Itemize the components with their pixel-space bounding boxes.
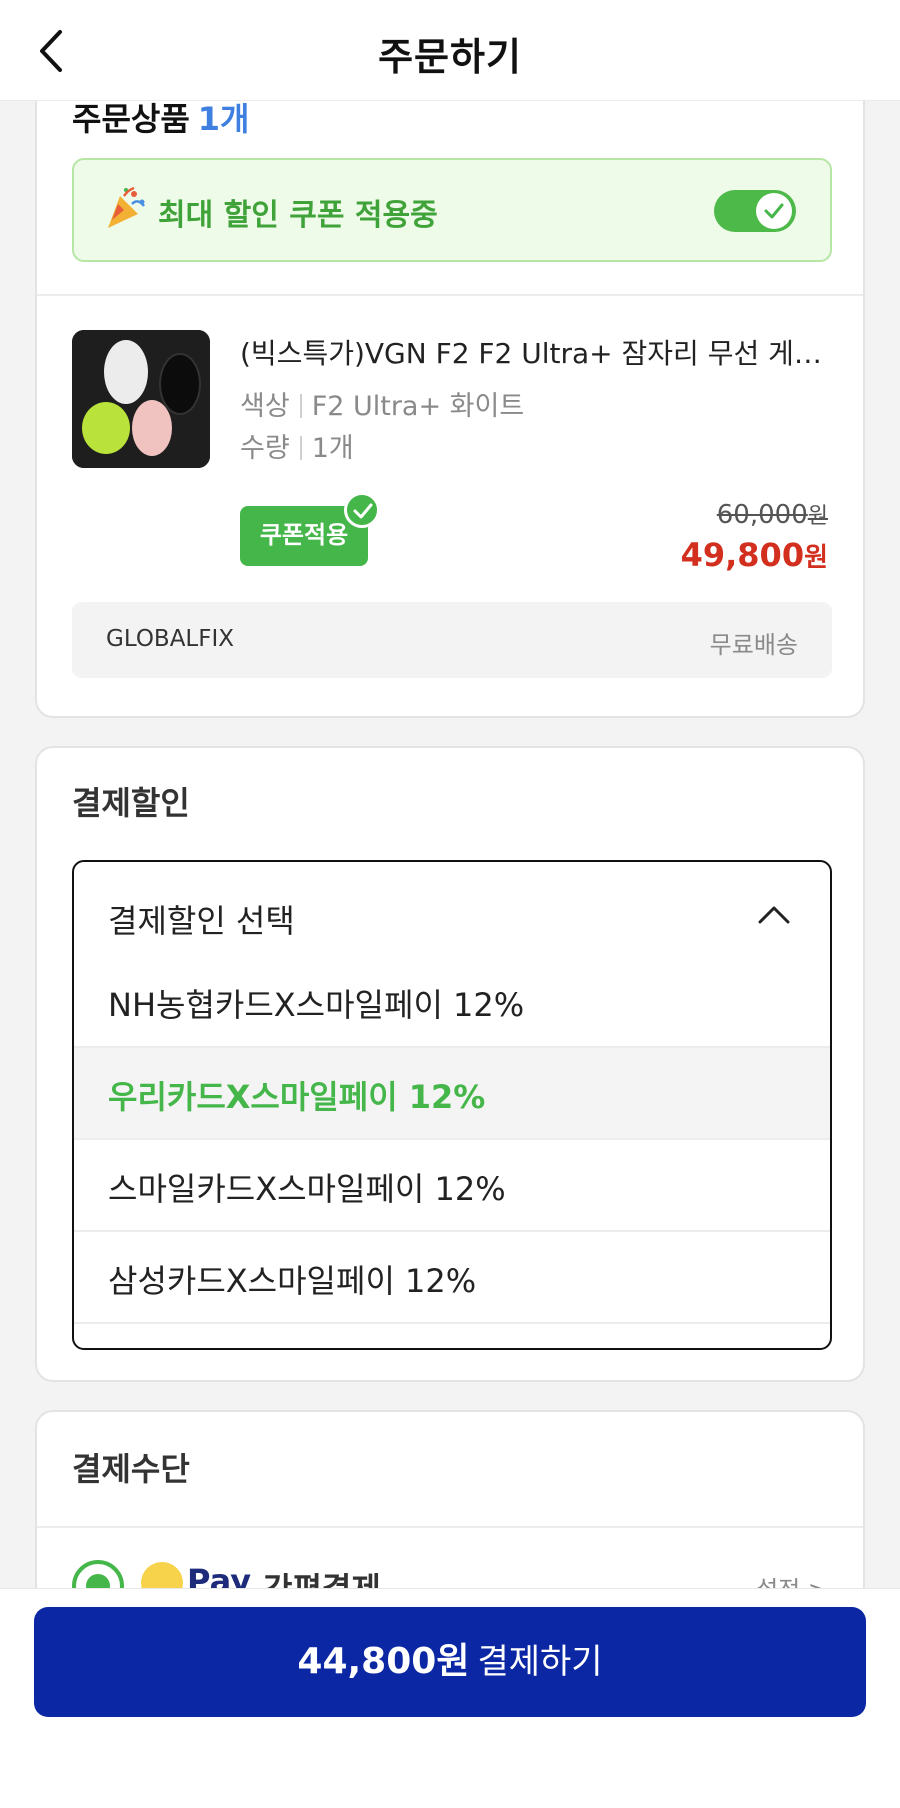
original-price: 60,000원 bbox=[717, 498, 828, 530]
divider bbox=[37, 1526, 863, 1528]
dropdown-option-selected[interactable]: 우리카드X스마일페이 12% bbox=[74, 1048, 830, 1140]
payment-discount-dropdown: 결제할인 선택 NH농협카드X스마일페이 12% 우리카드X스마일페이 12% … bbox=[72, 860, 832, 1350]
shipping-info: 무료배송 bbox=[709, 631, 798, 659]
dropdown-option[interactable]: NH농협카드X스마일페이 12% bbox=[74, 956, 830, 1048]
chevron-up-icon bbox=[758, 904, 790, 928]
payment-discount-title: 결제할인 bbox=[72, 784, 190, 822]
payment-discount-card: 결제할인 결제할인 선택 NH농협카드X스마일페이 12% 우리카드X스마일페이… bbox=[35, 746, 865, 1382]
dropdown-option-label: 삼성카드X스마일페이 12% bbox=[108, 1262, 477, 1300]
order-count-value: 1개 bbox=[197, 100, 250, 138]
check-icon bbox=[764, 203, 784, 219]
seller-name[interactable]: GLOBALFIX bbox=[106, 626, 234, 652]
coupon-banner: 최대 할인 쿠폰 적용중 bbox=[72, 158, 832, 262]
coupon-banner-text: 최대 할인 쿠폰 적용중 bbox=[158, 198, 438, 233]
toggle-knob bbox=[756, 193, 792, 229]
app-header: 주문하기 bbox=[0, 0, 900, 101]
original-price-value: 60,000 bbox=[716, 500, 808, 530]
product-image bbox=[72, 330, 210, 468]
option-separator bbox=[299, 394, 302, 418]
checkout-button[interactable]: 44,800원 결제하기 bbox=[34, 1607, 866, 1717]
checkout-amount: 44,800원 bbox=[297, 1641, 470, 1682]
dropdown-label: 결제할인 선택 bbox=[108, 902, 295, 940]
product-option-quantity: 수량 1개 bbox=[240, 426, 354, 465]
payment-method-title: 결제수단 bbox=[72, 1450, 190, 1488]
dropdown-option[interactable]: 스마일카드X스마일페이 12% bbox=[74, 1140, 830, 1232]
option-color-label: 색상 bbox=[240, 391, 290, 422]
order-product-card: 주문상품 1개 최대 할인 쿠폰 적용중 (빅스특가)VGN F2 F2 Ult… bbox=[35, 40, 865, 718]
order-count-label: 주문상품 bbox=[72, 100, 190, 138]
divider bbox=[37, 294, 863, 296]
dropdown-option-label: NH농협카드X스마일페이 12% bbox=[108, 986, 525, 1024]
dropdown-option-partial[interactable] bbox=[74, 1324, 830, 1348]
page-title: 주문하기 bbox=[378, 35, 522, 79]
payment-discount-select[interactable]: 결제할인 선택 bbox=[74, 862, 830, 962]
sale-price: 49,800원 bbox=[681, 536, 828, 574]
dropdown-option-label: 우리카드X스마일페이 12% bbox=[108, 1078, 486, 1116]
option-separator bbox=[299, 436, 302, 460]
bottom-bar: 44,800원 결제하기 bbox=[0, 1588, 900, 1808]
dropdown-option-label: 스마일카드X스마일페이 12% bbox=[108, 1170, 506, 1208]
option-qty-value: 1개 bbox=[311, 433, 354, 464]
product-option-color: 색상 F2 Ultra+ 화이트 bbox=[240, 384, 524, 423]
original-price-unit: 원 bbox=[807, 504, 828, 529]
dropdown-option[interactable]: 삼성카드X스마일페이 12% bbox=[74, 1232, 830, 1324]
option-color-value: F2 Ultra+ 화이트 bbox=[311, 391, 525, 422]
check-circle-icon bbox=[344, 492, 380, 528]
sale-price-value: 49,800 bbox=[680, 536, 805, 574]
sale-price-unit: 원 bbox=[804, 543, 828, 573]
option-qty-label: 수량 bbox=[240, 433, 290, 464]
coupon-toggle[interactable] bbox=[714, 190, 796, 232]
checkout-label: 결제하기 bbox=[477, 1642, 603, 1682]
product-name[interactable]: (빅스특가)VGN F2 F2 Ultra+ 잠자리 무선 게이… bbox=[240, 332, 830, 372]
seller-bar: GLOBALFIX 무료배송 bbox=[72, 602, 832, 678]
party-popper-icon bbox=[104, 186, 148, 230]
